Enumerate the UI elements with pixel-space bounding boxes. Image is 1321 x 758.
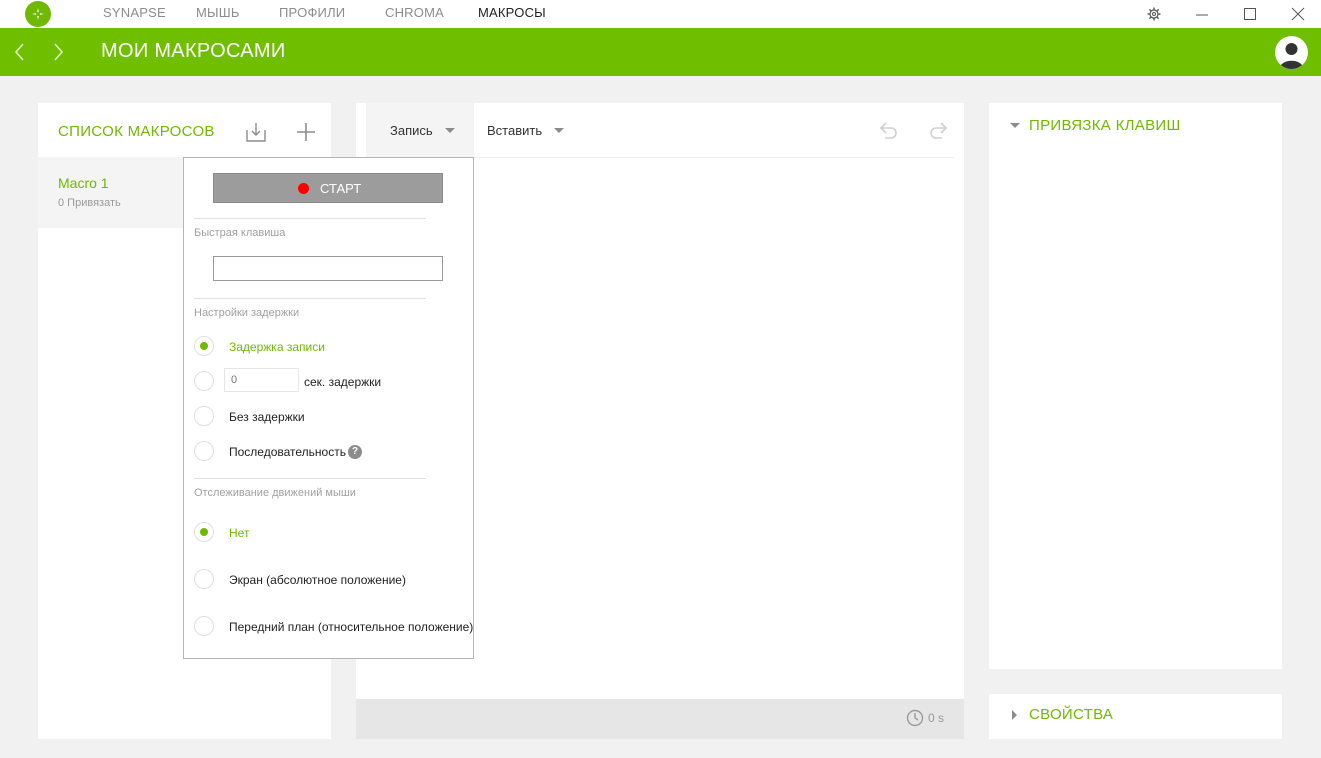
delay-seconds-input[interactable]: [224, 368, 299, 392]
maximize-icon[interactable]: [1240, 4, 1260, 24]
record-settings-popup: СТАРТ Быстрая клавиша Настройки задержки…: [183, 157, 474, 659]
keybind-panel: ПРИВЯЗКА КЛАВИШ: [989, 103, 1282, 669]
record-label: Запись: [390, 122, 433, 138]
mouse-none-label: Нет: [229, 526, 250, 540]
keybind-title[interactable]: ПРИВЯЗКА КЛАВИШ: [1029, 117, 1181, 134]
undo-icon[interactable]: [876, 119, 900, 143]
add-macro-icon[interactable]: [294, 120, 318, 144]
delay-seconds-radio[interactable]: [194, 371, 214, 391]
macro-name: Macro 1: [58, 175, 109, 191]
sequence-radio[interactable]: [194, 441, 214, 461]
mouse-foreground-label: Передний план (относительное положение): [229, 620, 474, 634]
properties-panel[interactable]: СВОЙСТВА: [989, 694, 1282, 739]
clock-icon: [906, 709, 924, 727]
mouse-section-title: Отслеживание движений мыши: [194, 487, 356, 499]
mouse-foreground-radio[interactable]: [194, 616, 214, 636]
chevron-down-icon[interactable]: [1010, 123, 1020, 128]
delay-seconds-label: сек. задержки: [304, 375, 382, 389]
tab-profiles[interactable]: ПРОФИЛИ: [279, 5, 345, 20]
record-dot-icon: [298, 183, 309, 194]
tab-chroma[interactable]: CHROMA: [385, 5, 444, 20]
delay-section-title: Настройки задержки: [194, 307, 300, 319]
editor-footer: 0 s: [356, 699, 964, 739]
insert-label: Вставить: [487, 122, 543, 138]
hotkey-section-title: Быстрая клавиша: [194, 227, 286, 239]
mouse-screen-label: Экран (абсолютное положение): [229, 573, 406, 587]
user-icon[interactable]: [1275, 36, 1308, 69]
chevron-left-icon[interactable]: [10, 41, 30, 63]
import-icon[interactable]: [244, 120, 268, 144]
tab-synapse[interactable]: SYNAPSE: [103, 5, 166, 20]
mouse-none-radio[interactable]: [194, 522, 214, 542]
page-title: МОИ МАКРОСАМИ: [101, 40, 286, 62]
mouse-screen-radio[interactable]: [194, 569, 214, 589]
chevron-down-icon: [554, 127, 565, 133]
sequence-label: Последовательность: [229, 445, 346, 459]
chevron-right-icon[interactable]: [48, 41, 68, 63]
close-icon[interactable]: [1288, 4, 1308, 24]
page-header: МОИ МАКРОСАМИ: [0, 28, 1321, 76]
tab-macros[interactable]: МАКРОСЫ: [478, 5, 546, 20]
no-delay-radio[interactable]: [194, 406, 214, 426]
tab-mouse[interactable]: МЫШЬ: [196, 5, 240, 20]
gear-icon[interactable]: [1144, 4, 1164, 24]
chevron-right-icon: [1012, 710, 1017, 720]
delay-record-radio[interactable]: [194, 336, 214, 356]
help-icon[interactable]: ?: [348, 445, 362, 459]
duration-value: 0 s: [928, 711, 945, 725]
editor-toolbar: Запись Вставить: [356, 103, 964, 157]
hotkey-input[interactable]: [213, 256, 443, 281]
divider: [194, 478, 426, 479]
macro-list-header: СПИСОК МАКРОСОВ: [38, 103, 331, 157]
properties-title: СВОЙСТВА: [1029, 706, 1114, 723]
start-label: СТАРТ: [320, 181, 362, 196]
insert-dropdown[interactable]: Вставить: [487, 103, 565, 157]
top-nav-bar: SYNAPSE МЫШЬ ПРОФИЛИ CHROMA МАКРОСЫ: [0, 0, 1321, 28]
macro-list-title: СПИСОК МАКРОСОВ: [58, 123, 215, 140]
redo-icon[interactable]: [927, 119, 951, 143]
divider: [194, 298, 426, 299]
razer-logo-icon[interactable]: [25, 1, 51, 27]
start-record-button[interactable]: СТАРТ: [213, 173, 443, 203]
minimize-icon[interactable]: [1192, 4, 1212, 24]
record-dropdown[interactable]: Запись: [366, 103, 474, 157]
no-delay-label: Без задержки: [229, 410, 305, 424]
macro-binding-count: 0 Привязать: [58, 197, 121, 209]
chevron-down-icon: [444, 127, 455, 133]
divider: [194, 218, 426, 219]
delay-record-label: Задержка записи: [229, 340, 325, 354]
